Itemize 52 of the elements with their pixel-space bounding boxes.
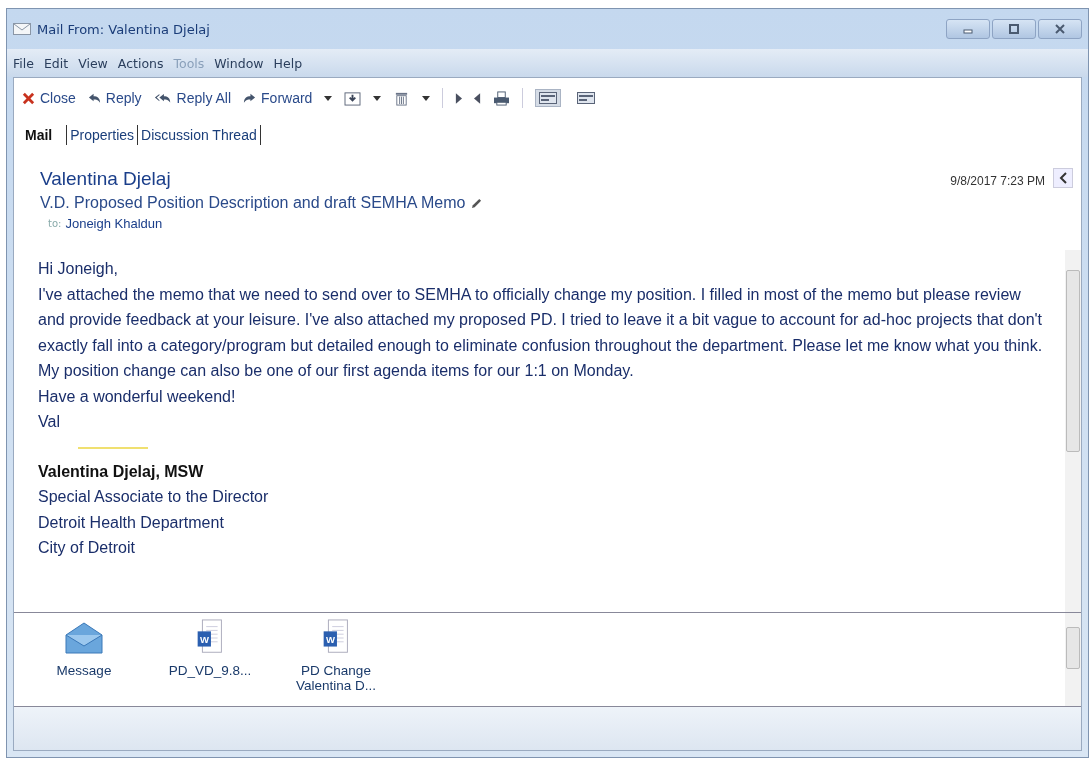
signature-name: Valentina Djelaj, MSW: [38, 461, 205, 482]
message-text: Hi Joneigh,: [38, 259, 120, 279]
menu-item[interactable]: Actions: [117, 55, 164, 71]
forward-icon: [243, 91, 257, 105]
toolbar-button[interactable]: Reply All: [153, 90, 232, 106]
toolbar-button[interactable]: Close: [22, 90, 76, 106]
envelope-icon: [13, 23, 31, 35]
close-icon: [1054, 24, 1066, 34]
printer-icon[interactable]: [493, 90, 511, 106]
signature-line: Special Associate to the Director: [38, 487, 270, 507]
tab[interactable]: Mail: [22, 125, 67, 145]
attachment-name[interactable]: Message: [56, 663, 112, 678]
message-text: Val: [38, 412, 61, 432]
sent-date: 9/8/2017 7:23 PM: [950, 174, 1045, 188]
to-label: to:: [48, 218, 62, 229]
tab[interactable]: Discussion Thread: [137, 125, 261, 145]
attachment-name[interactable]: PD_VD_9.8...: [168, 663, 252, 678]
menu-item[interactable]: View: [78, 55, 108, 71]
menu-item[interactable]: Edit: [43, 55, 69, 71]
right-arrow-icon[interactable]: [455, 92, 463, 104]
close-icon: [22, 91, 35, 105]
sender-name: Valentina Djelaj: [40, 168, 172, 190]
message-text: Have a wonderful weekend!: [38, 386, 237, 407]
tray-download-icon[interactable]: [344, 90, 362, 106]
maximize-icon: [1008, 24, 1020, 34]
attachment-name[interactable]: PD Change Valentina D...: [286, 663, 386, 693]
reply-all-icon: [153, 91, 172, 105]
menu-item[interactable]: Window: [214, 55, 264, 71]
signature-line: City of Detroit: [38, 538, 136, 558]
pencil-icon[interactable]: [471, 197, 483, 209]
tab[interactable]: Properties: [66, 125, 138, 145]
recipient: Joneigh Khaldun: [65, 216, 163, 231]
reply-icon: [87, 91, 101, 105]
scrollbar[interactable]: [1065, 250, 1081, 612]
window-title: Mail From: Valentina Djelaj: [37, 21, 211, 37]
toolbar-button[interactable]: Reply: [87, 90, 142, 106]
menu-item[interactable]: File: [13, 55, 34, 71]
left-arrow-icon[interactable]: [474, 92, 482, 104]
scrollbar[interactable]: [1065, 613, 1081, 706]
maximize-button[interactable]: [992, 19, 1036, 39]
dropdown-caret-icon[interactable]: [373, 95, 382, 101]
dropdown-caret-icon[interactable]: [422, 95, 431, 101]
close-button[interactable]: [1038, 19, 1082, 39]
collapse-button[interactable]: [1053, 168, 1073, 188]
subject: V.D. Proposed Position Description and draft SEMHA Memo: [40, 194, 466, 212]
signature-line: Detroit Health Department: [38, 512, 225, 533]
menu-item[interactable]: Help: [273, 55, 303, 71]
toolbar-button[interactable]: Forward: [243, 90, 313, 106]
reading-pane-button[interactable]: [535, 89, 562, 107]
chevron-left-icon: [1059, 172, 1067, 184]
dropdown-caret-icon[interactable]: [324, 95, 333, 101]
message-text: I've attached the memo that we need to send over to SEMHA to officially change my position. I filled in most of the memo but please review and provide feedback at your leisure. I've also attached my proposed PD. I tried to leave it a bit vague to account for ad-hoc projects that don't exactly fall into a category/program but detailed enough to eliminate confusion throughout the department. Please let me know what you think. My position change can also be one of our first agenda items for our 1:1 on Monday.: [38, 284, 1044, 381]
